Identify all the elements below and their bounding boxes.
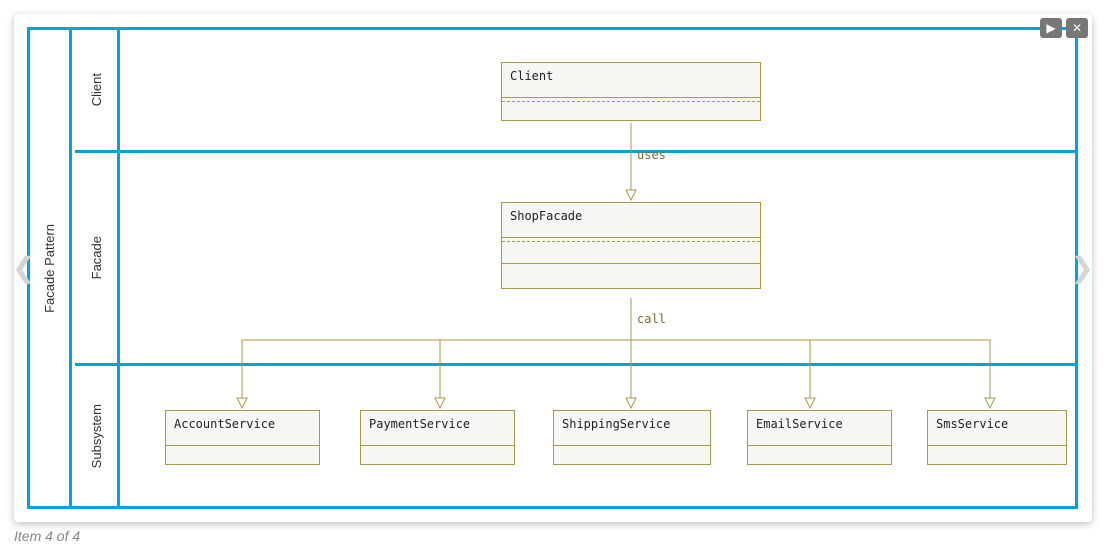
close-button[interactable]: ✕: [1066, 18, 1088, 38]
uml-body: [748, 446, 891, 464]
uml-body: [502, 102, 760, 120]
lane-label-subsystem: Subsystem: [89, 404, 104, 468]
close-icon: ✕: [1072, 21, 1082, 35]
prev-button[interactable]: ❮: [12, 254, 35, 282]
next-button[interactable]: ❯: [1071, 254, 1094, 282]
uml-client: Client: [501, 62, 761, 121]
chevron-left-icon: ❮: [12, 252, 35, 283]
uml-body: [361, 446, 514, 464]
lane-column-divider: [117, 30, 120, 506]
lane-label-facade: Facade: [89, 236, 104, 279]
uml-sms-title: SmsService: [928, 411, 1066, 446]
uml-body: [502, 264, 760, 288]
pool-title: Facade Pattern: [42, 224, 57, 313]
lanes-container: Client Facade Subsystem: [75, 30, 1078, 506]
pool-title-cell: Facade Pattern: [30, 30, 72, 506]
diagram-card: Facade Pattern Client Facade Subsystem: [14, 14, 1092, 522]
edge-label-call: call: [637, 312, 666, 326]
lane-divider-2: [75, 363, 1078, 366]
uml-shippingservice: ShippingService: [553, 410, 711, 465]
uml-client-title: Client: [502, 63, 760, 98]
uml-accountservice: AccountService: [165, 410, 320, 465]
uml-smsservice: SmsService: [927, 410, 1067, 465]
uml-email-title: EmailService: [748, 411, 891, 446]
uml-shipping-title: ShippingService: [554, 411, 710, 446]
uml-body: [554, 446, 710, 464]
uml-shopfacade-title: ShopFacade: [502, 203, 760, 238]
lightbox-buttons: ▶ ✕: [1040, 18, 1088, 38]
edge-label-uses: uses: [637, 148, 666, 162]
lane-label-subsystem-cell: Subsystem: [75, 366, 117, 507]
play-icon: ▶: [1046, 21, 1055, 35]
lane-label-client-cell: Client: [75, 30, 117, 150]
uml-body: [166, 446, 319, 464]
uml-payment-title: PaymentService: [361, 411, 514, 446]
uml-attr-section: [502, 242, 760, 264]
swimlane-frame: Facade Pattern Client Facade Subsystem: [27, 27, 1078, 509]
uml-shopfacade: ShopFacade: [501, 202, 761, 289]
chevron-right-icon: ❯: [1071, 252, 1094, 283]
uml-emailservice: EmailService: [747, 410, 892, 465]
lane-label-facade-cell: Facade: [75, 153, 117, 363]
uml-body: [928, 446, 1066, 464]
lane-divider-1: [75, 150, 1078, 153]
item-counter: Item 4 of 4: [14, 528, 80, 544]
play-button[interactable]: ▶: [1040, 18, 1062, 38]
uml-account-title: AccountService: [166, 411, 319, 446]
uml-paymentservice: PaymentService: [360, 410, 515, 465]
lane-label-client: Client: [89, 73, 104, 106]
